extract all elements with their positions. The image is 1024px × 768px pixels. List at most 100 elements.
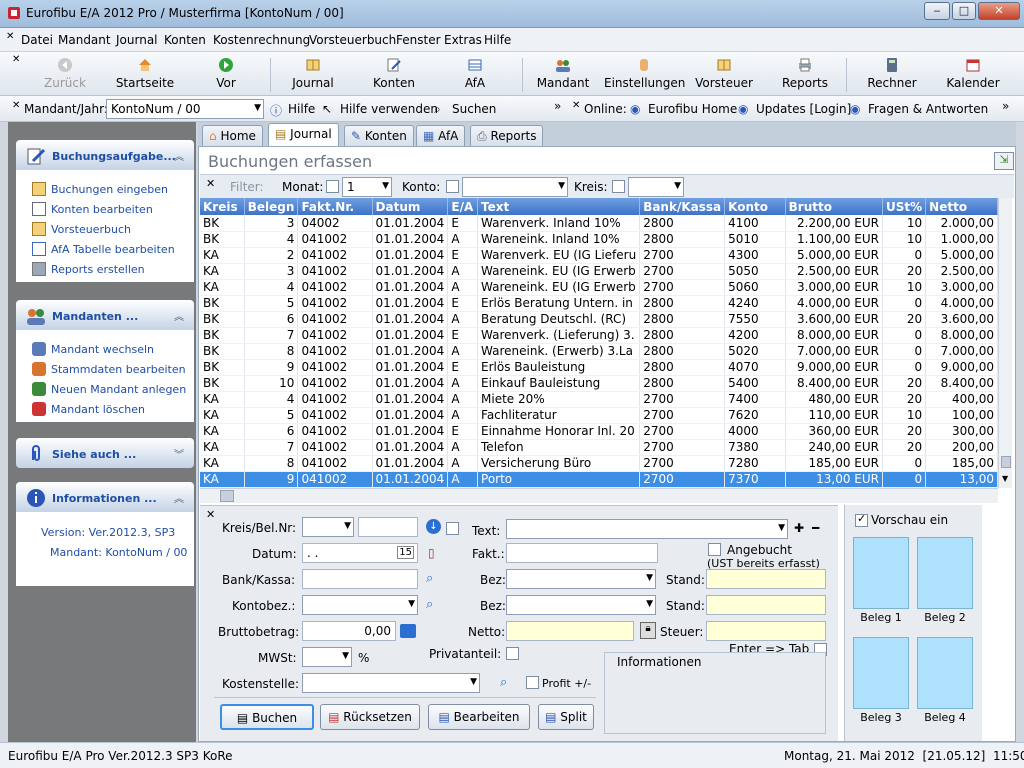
collapse-icon[interactable]: ︽ xyxy=(174,490,184,505)
afa-button[interactable]: AfA xyxy=(458,54,492,94)
remove-icon[interactable]: ━ xyxy=(812,521,819,535)
close-icon[interactable]: ✕ xyxy=(12,100,20,111)
tab-home[interactable]: ⌂ Home xyxy=(202,125,263,146)
menu-konten[interactable]: Konten xyxy=(164,33,206,47)
table-row[interactable]: BK 10 041002 01.01.2004 A Einkauf Bauleistung… xyxy=(200,375,998,392)
stammdaten-bearbeiten-link[interactable]: Stammdaten bearbeiten xyxy=(32,362,186,376)
column-header[interactable]: Fakt.Nr. xyxy=(297,198,373,215)
scroll-down-icon[interactable]: ▼ xyxy=(1002,474,1008,483)
updates-link[interactable]: Updates [Login] xyxy=(756,102,851,116)
journal-table[interactable]: Kreis Belegn Fakt.Nr. Datum E/A Text Bank/Kass… xyxy=(200,198,998,488)
bez-select[interactable]: ▼ xyxy=(506,569,656,589)
column-header[interactable]: E/A xyxy=(447,198,479,215)
bearbeiten-button[interactable]: ▤ Bearbeiten xyxy=(428,704,530,730)
table-row[interactable]: BK 5 041002 01.01.2004 E Erlös Beratung Unter… xyxy=(200,295,998,312)
menu-kostenrechnung[interactable]: Kostenrechnung xyxy=(213,33,310,47)
suchen-link[interactable]: Suchen xyxy=(452,102,496,116)
table-row[interactable]: KA 2 041002 01.01.2004 E Warenverk. EU (IG Li… xyxy=(200,247,998,264)
close-icon[interactable]: ✕ xyxy=(206,508,215,521)
mandant-wechseln-link[interactable]: Mandant wechseln xyxy=(32,342,154,356)
journal-button[interactable]: Journal xyxy=(288,54,338,94)
table-row[interactable]: BK 9 041002 01.01.2004 E Erlös Bauleistung 280… xyxy=(200,359,998,376)
neuen-mandant-link[interactable]: Neuen Mandant anlegen xyxy=(32,382,186,396)
text-select[interactable]: ▼ xyxy=(506,519,788,539)
menu-vorsteuerbuch[interactable]: Vorsteuerbuch xyxy=(309,33,396,47)
table-row[interactable]: BK 7 041002 01.01.2004 E Warenverk. (Lieferun… xyxy=(200,327,998,344)
eurofibu-home-link[interactable]: Eurofibu Home xyxy=(648,102,737,116)
overflow-chevron-icon[interactable]: » xyxy=(1002,99,1009,113)
minimize-button[interactable]: ‒ xyxy=(924,2,950,20)
vertical-scrollbar[interactable]: ▼ xyxy=(998,198,1012,488)
close-window-button[interactable]: ✕ xyxy=(978,2,1020,20)
help-icon[interactable]: ⓘ xyxy=(270,102,282,119)
tab-journal[interactable]: ▤ Journal xyxy=(268,123,339,146)
hilfe-link[interactable]: Hilfe xyxy=(288,102,315,116)
column-header[interactable]: Brutto xyxy=(785,198,884,215)
mandant-jahr-select[interactable]: KontoNum / 00 ▼ xyxy=(106,99,264,119)
mandant-loeschen-link[interactable]: Mandant löschen xyxy=(32,402,145,416)
siehe-auch-header[interactable]: Siehe auch ... ︾ xyxy=(16,438,194,468)
column-header[interactable]: Bank/Kassa xyxy=(639,198,726,215)
menu-mandant[interactable]: Mandant xyxy=(58,33,111,47)
column-header[interactable]: Text xyxy=(477,198,641,215)
search-icon[interactable]: ⌕ xyxy=(426,597,433,612)
konto-checkbox[interactable] xyxy=(446,180,459,193)
afa-tabelle-link[interactable]: AfA Tabelle bearbeiten xyxy=(32,242,175,256)
close-icon[interactable]: ✕ xyxy=(206,177,215,190)
konten-button[interactable]: Konten xyxy=(370,54,418,94)
kontobez-select[interactable]: ▼ xyxy=(302,595,418,615)
lock-icon[interactable]: 🔒︎ xyxy=(640,622,656,639)
monat-select[interactable]: 1 ▼ xyxy=(342,177,392,197)
scroll-thumb[interactable] xyxy=(220,490,234,502)
monat-checkbox[interactable] xyxy=(326,180,339,193)
download-icon[interactable]: ↓ xyxy=(426,519,441,534)
close-icon[interactable]: ✕ xyxy=(572,100,580,111)
beleg-2-thumbnail[interactable] xyxy=(917,537,973,609)
column-header[interactable]: Konto xyxy=(724,198,786,215)
table-row[interactable]: KA 6 041002 01.01.2004 E Einnahme Honorar Inl… xyxy=(200,423,998,440)
buchungen-eingeben-link[interactable]: Buchungen eingeben xyxy=(32,182,168,196)
forward-button[interactable]: Vor xyxy=(206,54,246,94)
table-row[interactable]: BK 6 041002 01.01.2004 A Beratung Deutschl. (… xyxy=(200,311,998,328)
kalender-button[interactable]: Kalender xyxy=(944,54,1002,94)
column-header[interactable]: Datum xyxy=(372,198,449,215)
buchungsaufgaben-header[interactable]: Buchungsaufgabe... ︽ xyxy=(16,140,194,170)
konto-select[interactable]: ▼ xyxy=(462,177,568,197)
beleg-1-thumbnail[interactable] xyxy=(853,537,909,609)
tab-reports[interactable]: ⎙ Reports xyxy=(470,125,544,146)
column-header[interactable]: USt% xyxy=(882,198,927,215)
mwst-select[interactable]: ▼ xyxy=(302,647,352,667)
table-row[interactable]: KA 9 041002 01.01.2004 A Porto 2700 7370 13,00 E… xyxy=(200,471,998,488)
kostenstelle-select[interactable]: ▼ xyxy=(302,673,480,693)
overflow-chevron-icon[interactable]: » xyxy=(554,99,561,113)
table-row[interactable]: KA 7 041002 01.01.2004 A Telefon 2700 7380 240,0… xyxy=(200,439,998,456)
column-header[interactable]: Kreis xyxy=(200,198,245,215)
scroll-thumb[interactable] xyxy=(1001,456,1011,468)
buchen-button[interactable]: ▤ Buchen xyxy=(220,704,314,730)
search-icon[interactable]: ⌕ xyxy=(426,571,433,586)
collapse-icon[interactable]: ︽ xyxy=(174,148,184,163)
reports-button[interactable]: Reports xyxy=(778,54,832,94)
expand-icon[interactable]: ︾ xyxy=(174,446,184,461)
ruecksetzen-button[interactable]: ▤ Rücksetzen xyxy=(320,704,420,730)
datum-input[interactable]: . . 15 xyxy=(302,543,418,563)
table-row[interactable]: KA 8 041002 01.01.2004 A Versicherung Büro 270… xyxy=(200,455,998,472)
einstellungen-button[interactable]: Einstellungen xyxy=(604,54,685,94)
maximize-button[interactable]: □ xyxy=(952,2,976,20)
table-row[interactable]: BK 4 041002 01.01.2004 A Wareneink. Inland 10… xyxy=(200,231,998,248)
reports-erstellen-link[interactable]: Reports erstellen xyxy=(32,262,145,276)
informationen-header[interactable]: Informationen ... ︽ xyxy=(16,482,194,512)
tab-konten[interactable]: ✎ Konten xyxy=(344,125,414,146)
table-row[interactable]: KA 3 041002 01.01.2004 A Wareneink. EU (IG Er… xyxy=(200,263,998,280)
document-icon[interactable]: ▯ xyxy=(428,546,435,560)
menu-datei[interactable]: Datei xyxy=(21,33,53,47)
belegnr-input[interactable] xyxy=(358,517,418,537)
calendar-icon[interactable]: 15 xyxy=(397,546,414,559)
column-header[interactable]: Netto xyxy=(925,198,998,215)
fragen-link[interactable]: Fragen & Antworten xyxy=(868,102,988,116)
collapse-icon[interactable]: ︽ xyxy=(174,308,184,323)
beleg-3-thumbnail[interactable] xyxy=(853,637,909,709)
export-icon[interactable]: ⇲ xyxy=(994,152,1014,170)
privatanteil-checkbox[interactable] xyxy=(506,647,519,660)
vorsteuer-button[interactable]: Vorsteuer xyxy=(694,54,754,94)
